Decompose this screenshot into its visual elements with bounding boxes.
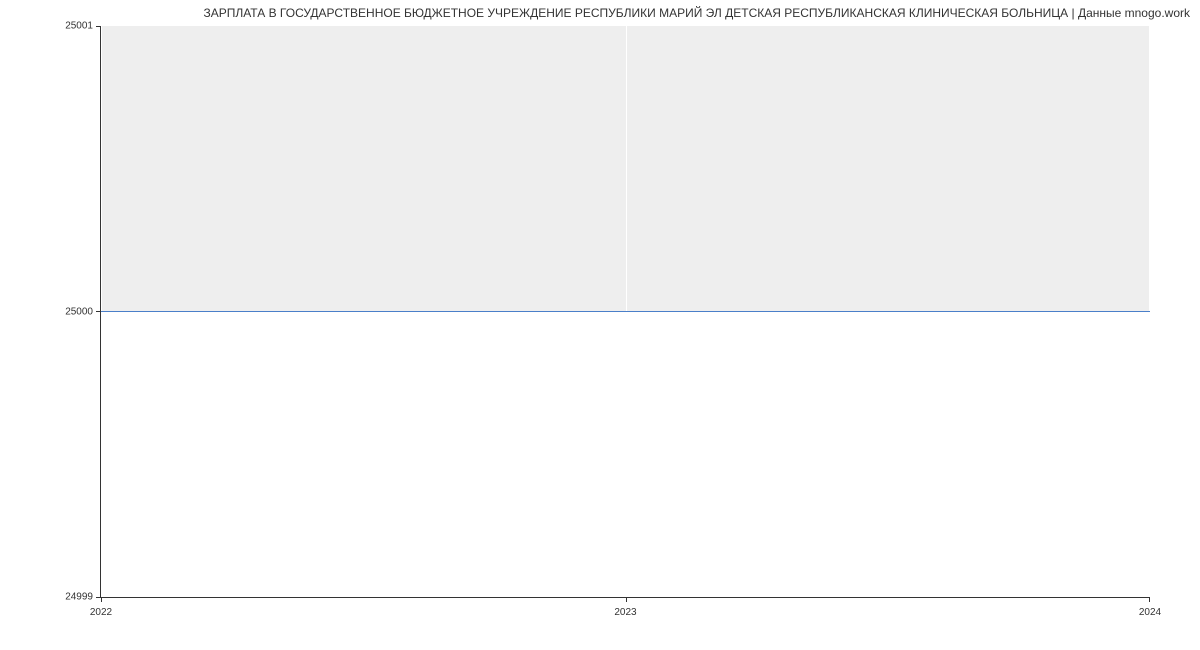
plot-area: 24999 25000 25001 2022 2023 2024: [100, 26, 1150, 598]
data-line: [101, 311, 1150, 313]
chart-container: 24999 25000 25001 2022 2023 2024: [100, 26, 1150, 598]
x-tick-label: 2023: [614, 607, 636, 618]
y-tick-label: 24999: [65, 592, 93, 603]
x-tick-label: 2022: [90, 607, 112, 618]
x-tick-mark: [1149, 597, 1150, 602]
y-tick-mark: [96, 311, 101, 312]
x-tick-label: 2024: [1139, 607, 1161, 618]
x-tick-mark: [101, 597, 102, 602]
y-tick-label: 25000: [65, 306, 93, 317]
x-tick-mark: [626, 597, 627, 602]
y-tick-mark: [96, 26, 101, 27]
chart-title: ЗАРПЛАТА В ГОСУДАРСТВЕННОЕ БЮДЖЕТНОЕ УЧР…: [203, 6, 1190, 20]
y-tick-label: 25001: [65, 21, 93, 32]
